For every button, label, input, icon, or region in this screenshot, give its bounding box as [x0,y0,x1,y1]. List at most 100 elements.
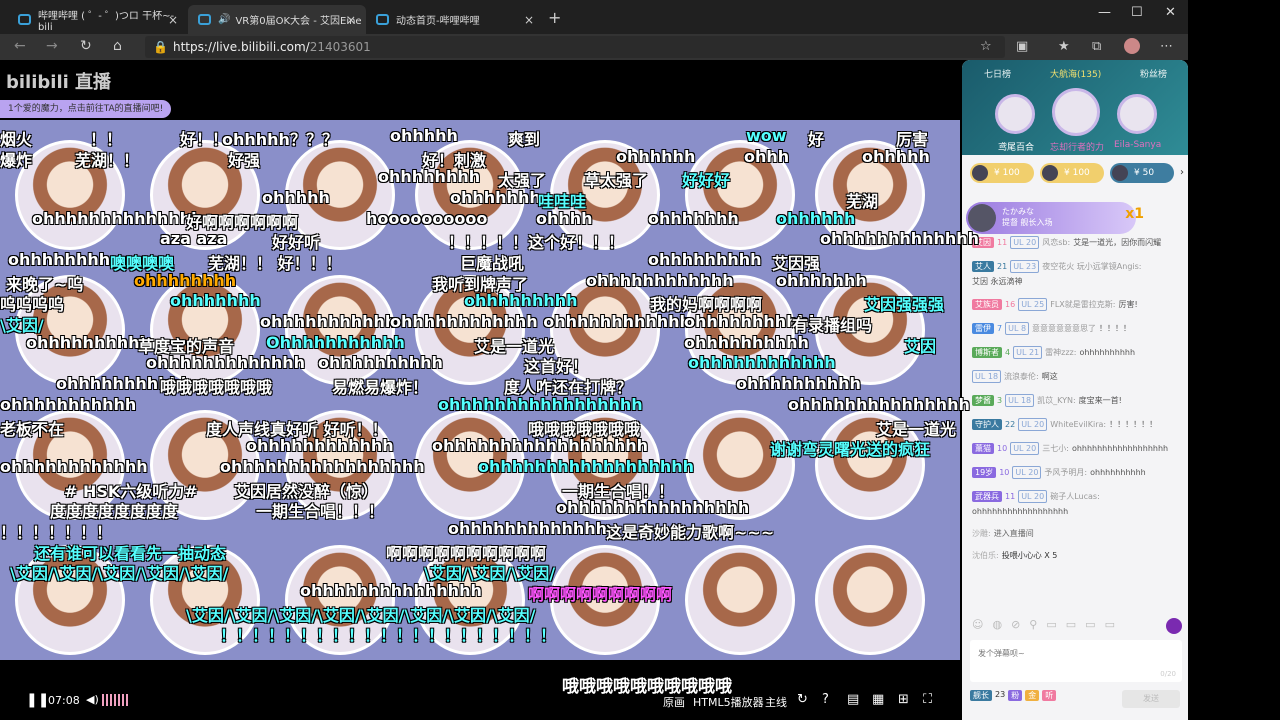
send-button[interactable]: 发送 [1122,690,1180,708]
chat-list[interactable]: 艾因 11 UL 20 风恋sb: 艾是一道光，因你而闪耀艾人 21 UL 23 夜空花火 玩… [972,236,1182,572]
chat-username[interactable]: FLX就是雷拉克斯: [1050,299,1115,310]
fan-medal[interactable]: 艾族员 [972,299,1002,310]
chat-username[interactable]: 碗子人Lucas: [1050,491,1100,502]
edit-icon[interactable]: ▭ [1085,618,1095,631]
danmaku-comment: ohhhhhhhhhhhhhhhhh [438,395,643,414]
chat-message[interactable]: 守护人 22 UL 20 WhiteEvilKira:！！！！！！ [972,418,1182,431]
chat-message[interactable]: 薰猫 10 UL 20 三七小: ohhhhhhhhhhhhhhhhhh [972,442,1182,455]
search-icon[interactable]: ⚲ [1029,618,1037,631]
chat-username[interactable]: 凯苡_KYN: [1037,395,1076,406]
gift-rank-item[interactable]: ¥ 100 [970,163,1034,183]
chat-username[interactable]: 意意意意意意思了 [1032,323,1096,334]
profile-avatar[interactable] [1124,38,1140,54]
user-level-badge: UL 8 [1005,322,1030,335]
extension-icon[interactable]: ▣ [1016,39,1028,54]
fan-medal[interactable]: 艾人 [972,261,994,272]
palette-icon[interactable]: ◍ [992,618,1002,631]
chat-username[interactable]: 风恋sb: [1042,237,1070,248]
danmaku-settings-icon[interactable]: ▦ [872,692,884,707]
chat-message[interactable]: 武器兵 11 UL 20 碗子人Lucas: ohhhhhhhhhhhhhhhhhh [972,490,1182,517]
close-tab-icon[interactable]: × [346,13,356,27]
danmaku-comment: ohhhhhhh [170,291,261,310]
block-icon[interactable]: ⊘ [1011,618,1020,631]
minimize-button[interactable]: — [1098,5,1111,20]
close-tab-icon[interactable]: × [168,13,178,27]
fullscreen-icon[interactable]: ⛶ [923,692,932,707]
clip-icon[interactable]: ▭ [1046,618,1056,631]
pause-icon[interactable]: ❚❚ [26,692,49,708]
chat-message[interactable]: 艾人 21 UL 23 夜空花火 玩小远掌镜Angis: 艾因 永远滴神 [972,260,1182,287]
refresh-icon[interactable]: ↻ [80,38,92,54]
more-menu-icon[interactable]: ⋯ [1160,39,1173,54]
fan-medal[interactable]: 梦酱 [972,395,994,406]
back-icon[interactable]: ← [14,38,26,54]
url-input[interactable]: 🔒 https://live.bilibili.com/21403601 [145,36,1005,58]
favorite-star-icon[interactable]: ☆ [980,39,992,54]
line-button[interactable]: 主线 [765,694,787,710]
forward-icon[interactable]: → [46,38,58,54]
gift-rank-item[interactable]: ¥ 50 [1110,163,1174,183]
video-stage[interactable]: 烟火！！ 好！！ ohhhhh？？？ ohhhhh 爽到 wow 好厉害 爆炸 芜湖！！ 好强 好！… [0,120,979,697]
chat-username[interactable]: 三七小: [1042,443,1069,454]
chat-username[interactable]: 夜空花火 玩小远掌镜Angis: [1042,261,1141,272]
rank-avatar-2[interactable] [995,94,1035,134]
home-icon[interactable]: ⌂ [113,38,122,54]
chevron-right-icon[interactable]: › [1180,163,1184,183]
volume-icon[interactable]: ◀) [86,693,99,706]
chat-message[interactable]: UL 18 流浪泰伦: 啊这 [972,370,1182,383]
rank-avatar-3[interactable] [1117,94,1157,134]
danmaku-toggle-icon[interactable]: ▤ [847,692,859,707]
tab-bilibili-home[interactable]: 哔哩哔哩 ( ゜- ゜)つロ 干杯~-bili × [8,5,188,34]
badge[interactable]: 粉 [1008,690,1023,701]
tab-live-stream[interactable]: 🔊 VR第0届OK大会 - 艾因Eine × [188,5,366,34]
gift-rank-item[interactable]: ¥ 100 [1040,163,1104,183]
chat-message[interactable]: 雷伊 7 UL 8 意意意意意意思了！！！！ [972,322,1182,335]
tab-dynamic[interactable]: 动态首页-哔哩哔哩 × [366,5,544,34]
chat-text: 度宝来一首! [1078,396,1122,405]
tab-fan-rank[interactable]: 粉丝榜 [1140,67,1167,80]
fan-medal[interactable]: 薰猫 [972,443,994,454]
rank-avatar-1[interactable] [1052,88,1100,136]
chat-message[interactable]: 梦酱 3 UL 18 凯苡_KYN: 度宝来一首! [972,394,1182,407]
fan-medal[interactable]: 武器兵 [972,491,1002,502]
tab-guard[interactable]: 大航海(135) [1050,67,1101,80]
chat-text: ！！！！！！ [1109,420,1158,429]
fan-medal[interactable]: 守护人 [972,419,1002,430]
chat-text: 艾是一道光，因你而闪耀 [1073,238,1162,247]
new-tab-button[interactable]: + [548,8,561,27]
promo-banner[interactable]: 1个爱的魔力，点击前往TA的直播间吧! [0,100,172,118]
danmaku-input[interactable]: 发个弹幕呗~ 0/20 [970,640,1182,682]
settings-icon[interactable]: ▭ [1105,618,1115,631]
badge[interactable]: 听 [1042,690,1057,701]
favorites-icon[interactable]: ★ [1058,39,1070,54]
chat-username[interactable]: 雷神zzz: [1045,347,1076,358]
chat-toolbar: ☺ ◍ ⊘ ⚲ ▭ ▭ ▭ ▭ [972,618,1182,634]
help-icon[interactable]: ? [822,692,829,707]
close-window-button[interactable]: ✕ [1165,5,1176,20]
volume-slider[interactable] [102,694,130,706]
maximize-button[interactable]: ☐ [1131,5,1143,20]
chat-message[interactable]: 艾因 11 UL 20 风恋sb: 艾是一道光，因你而闪耀 [972,236,1182,249]
chat-username[interactable]: WhiteEvilKira: [1050,419,1106,430]
danmaku-comment: ohhhhhhh [776,271,867,290]
chat-message[interactable]: 博斯者 4 UL 21 雷神zzz: ohhhhhhhhhh [972,346,1182,359]
fan-medal[interactable]: 雷伊 [972,323,994,334]
fan-medal[interactable]: 博斯者 [972,347,1002,358]
badge[interactable]: 金 [1025,690,1040,701]
chat-message[interactable]: 艾族员 16 UL 25 FLX就是雷拉克斯: 厉害! [972,298,1182,311]
emoji-icon[interactable]: ☺ [972,618,983,631]
fan-medal[interactable]: 舰长 [970,690,992,701]
close-tab-icon[interactable]: × [524,13,534,27]
screen-icon[interactable]: ▭ [1066,618,1076,631]
chat-username[interactable]: 予风予明月: [1044,467,1087,478]
rank-panel: 七日榜 大航海(135) 粉丝榜 鸢尾百合 忘却行者的力 Eila-Sanya [962,60,1188,155]
refresh-icon[interactable]: ↻ [797,692,808,707]
web-fullscreen-icon[interactable]: ⊞ [898,692,909,707]
chat-username[interactable]: 流浪泰伦: [1004,371,1039,382]
danmaku-comment: ohhhhhhh [648,209,739,228]
collections-icon[interactable]: ⧉ [1092,39,1101,54]
tab-seven-day-rank[interactable]: 七日榜 [984,67,1011,80]
chat-message[interactable]: 19岁 10 UL 20 予风予明月: ohhhhhhhhhh [972,466,1182,479]
fan-medal[interactable]: 19岁 [972,467,997,478]
danmaku-style-icon[interactable] [1166,618,1182,634]
